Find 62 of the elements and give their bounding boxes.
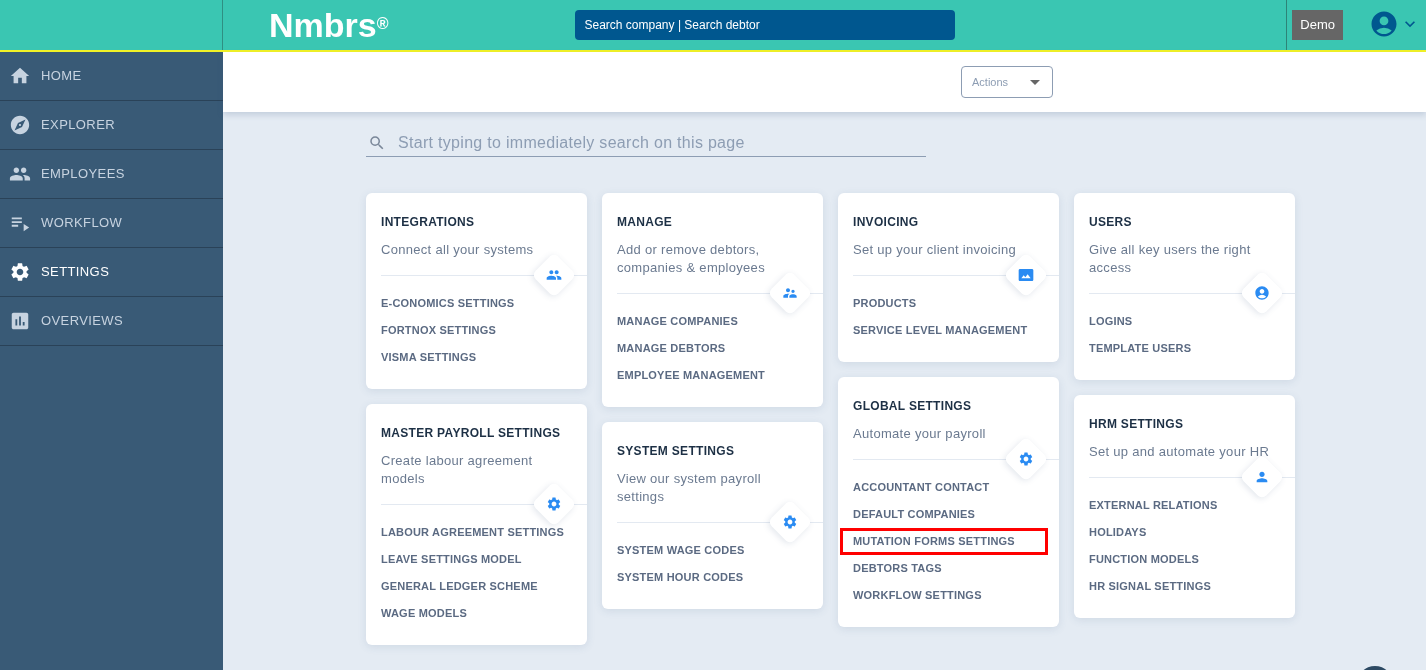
sidebar-item[interactable]: OVERVIEWS [0,297,223,346]
image-icon [1018,267,1034,283]
card-title: GLOBAL SETTINGS [852,398,973,415]
page-search-field[interactable]: Start typing to immediately search on this page [398,130,926,155]
card-description: Automate your payroll [852,425,987,443]
user-avatar-icon[interactable] [1369,9,1399,39]
person-icon [1254,469,1270,485]
settings-icon [546,496,562,512]
settings-link[interactable]: WORKFLOW SETTINGS [853,582,982,609]
settings-link[interactable]: FUNCTION MODELS [1089,546,1199,573]
settings-link[interactable]: DEFAULT COMPANIES [853,501,976,528]
settings-link[interactable]: DEBTORS TAGS [853,555,942,582]
card-description: View our system payroll settings [616,470,762,506]
card-title: INVOICING [852,214,920,231]
card-title: MASTER PAYROLL SETTINGS [380,425,562,442]
sidebar-item[interactable]: EXPLORER [0,101,223,150]
settings-link[interactable]: TEMPLATE USERS [1089,335,1192,362]
settings-link[interactable]: E-CONOMICS SETTINGS [381,290,515,317]
actions-dropdown[interactable]: Actions [961,66,1053,98]
settings-link[interactable]: VISMA SETTINGS [381,344,477,371]
settings-icon [9,261,31,283]
bar-chart-icon [9,310,31,332]
card-title: MANAGE [616,214,674,231]
settings-link[interactable]: MANAGE DEBTORS [617,335,726,362]
company-search-field[interactable]: Search company | Search debtor [574,10,955,40]
settings-link[interactable]: PRODUCTS [853,290,917,317]
settings-link[interactable]: GENERAL LEDGER SCHEME [381,573,538,600]
sidebar-item[interactable]: SETTINGS [0,248,223,297]
caret-icon [1030,79,1040,85]
search-icon [368,133,386,152]
card-title: INTEGRATIONS [380,214,476,231]
settings-link[interactable]: FORTNOX SETTINGS [381,317,497,344]
sidebar-item[interactable]: EMPLOYEES [0,150,223,199]
sidebar-item[interactable]: WORKFLOW [0,199,223,248]
settings-icon [1018,451,1034,467]
settings-link[interactable]: SYSTEM HOUR CODES [617,564,744,591]
settings-link[interactable]: HOLIDAYS [1089,519,1147,546]
card-description: Connect all your systems [380,241,535,259]
settings-link[interactable]: EXTERNAL RELATIONS [1089,492,1218,519]
card-title: HRM SETTINGS [1088,416,1185,433]
card-title: SYSTEM SETTINGS [616,443,736,460]
compass-icon [9,114,31,136]
settings-icon [782,514,798,530]
settings-link[interactable]: SERVICE LEVEL MANAGEMENT [853,317,1028,344]
settings-link[interactable]: MANAGE COMPANIES [617,308,738,335]
settings-link[interactable]: WAGE MODELS [381,600,467,627]
settings-link[interactable]: SYSTEM WAGE CODES [617,537,745,564]
settings-link[interactable]: EMPLOYEE MANAGEMENT [617,362,766,389]
card-description: Set up your client invoicing [852,241,1018,259]
card-description: Set up and automate your HR [1088,443,1271,461]
card-description: Create labour agreement models [380,452,534,488]
demo-button[interactable]: Demo [1292,10,1343,40]
card-description: Give all key users the right access [1088,241,1252,277]
card-title: USERS [1088,214,1133,231]
settings-link[interactable]: HR SIGNAL SETTINGS [1089,573,1211,600]
settings-link[interactable]: LEAVE SETTINGS MODEL [381,546,522,573]
settings-link[interactable]: LABOUR AGREEMENT SETTINGS [381,519,565,546]
settings-link[interactable]: ACCOUNTANT CONTACT [853,474,990,501]
people-icon [546,267,562,283]
settings-link[interactable]: LOGINS [1089,308,1133,335]
card-description: Add or remove debtors, companies & employees [616,241,766,277]
settings-link[interactable]: MUTATION FORMS SETTINGS [840,528,1048,555]
